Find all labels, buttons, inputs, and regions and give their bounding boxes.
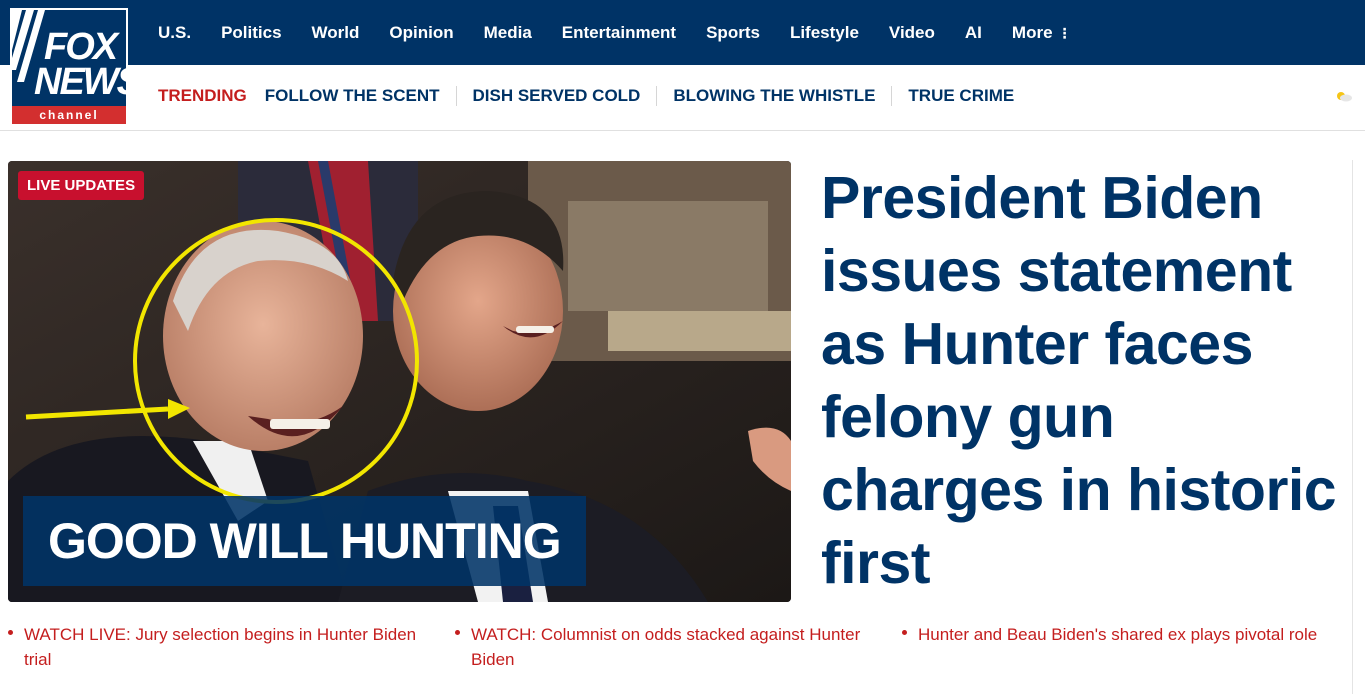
more-dots-icon: ⋮ — [1057, 24, 1072, 41]
trending-list: TRENDING FOLLOW THE SCENT DISH SERVED CO… — [158, 65, 1030, 127]
trending-label: TRENDING — [158, 86, 247, 105]
live-updates-badge[interactable]: LIVE UPDATES — [18, 171, 145, 200]
nav-item-world[interactable]: World — [312, 23, 360, 43]
nav-more-button[interactable]: More ⋮ — [1012, 23, 1072, 43]
nav-item-media[interactable]: Media — [484, 23, 532, 43]
bullet-icon — [8, 630, 13, 635]
partly-cloudy-icon[interactable] — [1335, 90, 1353, 102]
logo-news-text: NEWS — [34, 61, 126, 103]
related-link-jury-selection[interactable]: WATCH LIVE: Jury selection begins in Hun… — [24, 622, 438, 672]
logo-channel-text: channel — [12, 106, 126, 124]
hero-story-image[interactable]: LIVE UPDATES GOOD WILL HUNTING — [8, 161, 791, 602]
related-link-shared-ex[interactable]: Hunter and Beau Biden's shared ex plays … — [918, 622, 1332, 647]
nav-item-opinion[interactable]: Opinion — [389, 23, 453, 43]
logo-fox-text: FOX — [44, 26, 118, 68]
main-headline-link[interactable]: President Biden issues statement as Hunt… — [821, 162, 1341, 600]
nav-item-lifestyle[interactable]: Lifestyle — [790, 23, 859, 43]
related-link-item: WATCH: Columnist on odds stacked against… — [455, 622, 885, 672]
fox-news-logo[interactable]: FOX NEWS channel — [10, 8, 128, 126]
trending-item-dish-served-cold[interactable]: DISH SERVED COLD — [455, 86, 657, 106]
nav-more-label: More — [1011, 22, 1053, 42]
nav-item-video[interactable]: Video — [889, 23, 935, 43]
right-divider — [1352, 160, 1353, 694]
nav-item-us[interactable]: U.S. — [158, 23, 191, 43]
bullet-icon — [455, 630, 460, 635]
top-nav-bar: U.S. Politics World Opinion Media Entert… — [0, 0, 1365, 65]
nav-item-ai[interactable]: AI — [965, 23, 982, 43]
trending-item-true-crime[interactable]: TRUE CRIME — [891, 86, 1030, 106]
related-link-item: WATCH LIVE: Jury selection begins in Hun… — [8, 622, 438, 672]
trending-item-follow-the-scent[interactable]: FOLLOW THE SCENT — [265, 86, 456, 106]
nav-item-entertainment[interactable]: Entertainment — [562, 23, 676, 43]
main-nav: U.S. Politics World Opinion Media Entert… — [158, 0, 1102, 65]
nav-item-sports[interactable]: Sports — [706, 23, 760, 43]
hero-caption: GOOD WILL HUNTING — [23, 496, 586, 586]
nav-item-politics[interactable]: Politics — [221, 23, 281, 43]
trending-bar: TRENDING FOLLOW THE SCENT DISH SERVED CO… — [0, 65, 1365, 131]
related-link-item: Hunter and Beau Biden's shared ex plays … — [902, 622, 1332, 647]
bullet-icon — [902, 630, 907, 635]
trending-item-blowing-the-whistle[interactable]: BLOWING THE WHISTLE — [656, 86, 891, 106]
related-link-columnist[interactable]: WATCH: Columnist on odds stacked against… — [471, 622, 885, 672]
